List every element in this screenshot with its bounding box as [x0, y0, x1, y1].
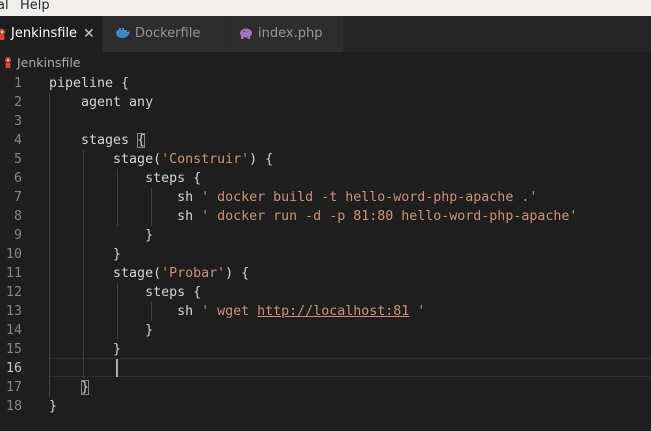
- line-number: 8: [13, 209, 22, 224]
- line-number: 3: [13, 114, 22, 129]
- code-line[interactable]: 8 sh ' docker run -d -p 81:80 hello-word…: [0, 207, 651, 226]
- code-line[interactable]: 11 stage('Probar') {: [0, 264, 651, 283]
- code-token: sh: [49, 190, 202, 205]
- code-string: 'Construir': [161, 152, 250, 167]
- line-number: 10: [5, 247, 22, 262]
- code-text: }: [49, 321, 153, 340]
- menu-item-partial[interactable]: al: [0, 0, 9, 13]
- close-icon[interactable]: ✕: [83, 16, 95, 52]
- tab-bar: Jenkinsfile ✕ Dockerfile index.php: [0, 16, 651, 52]
- code-string: ' docker run -d -p 81:80 hello-word-php-…: [201, 209, 578, 224]
- code-token: stage(: [49, 266, 162, 281]
- code-line[interactable]: 10 }: [0, 245, 651, 264]
- code-token: }: [49, 342, 122, 357]
- code-line[interactable]: 3: [0, 112, 651, 131]
- code-string: ' docker build -t hello-word-php-apache …: [201, 190, 538, 205]
- code-text: }: [49, 340, 121, 359]
- tab-label: Jenkinsfile: [11, 26, 78, 41]
- code-token: }: [49, 247, 122, 262]
- code-text: stage('Probar') {: [49, 264, 249, 283]
- line-number: 12: [5, 285, 22, 300]
- line-number: 2: [13, 95, 22, 110]
- breadcrumb-file[interactable]: Jenkinsfile: [17, 52, 80, 74]
- code-text: sh ' wget http://localhost:81 ': [49, 302, 425, 321]
- line-number: 14: [5, 323, 22, 338]
- code-line[interactable]: 1 pipeline {: [0, 74, 651, 93]
- line-number: 7: [13, 190, 22, 205]
- code-token: sh: [49, 209, 202, 224]
- code-text: sh ' docker run -d -p 81:80 hello-word-p…: [49, 207, 577, 226]
- code-token: steps {: [49, 171, 202, 186]
- line-number: 6: [13, 171, 22, 186]
- code-string: ': [409, 304, 426, 319]
- code-line[interactable]: 17 }: [0, 378, 651, 397]
- code-token: {: [137, 133, 146, 148]
- line-number: 4: [13, 133, 22, 148]
- code-text: }: [49, 245, 121, 264]
- code-token: stage(: [49, 152, 162, 167]
- code-text: stage('Construir') {: [49, 150, 273, 169]
- line-number: 1: [13, 76, 22, 91]
- code-line[interactable]: 4 stages {: [0, 131, 651, 150]
- tab-label: index.php: [258, 26, 323, 41]
- code-line[interactable]: 2 agent any: [0, 93, 651, 112]
- docker-icon: [115, 16, 131, 52]
- code-token: }: [81, 380, 90, 395]
- code-token: stages: [49, 133, 138, 148]
- tab-label: Dockerfile: [135, 26, 201, 41]
- breadcrumb: Jenkinsfile: [0, 52, 651, 74]
- php-elephant-icon: [238, 16, 254, 52]
- code-line[interactable]: 5 stage('Construir') {: [0, 150, 651, 169]
- menu-item-help[interactable]: Help: [20, 0, 50, 13]
- code-editor[interactable]: 1 pipeline {2 agent any 3 4 stages {5 stage…: [0, 74, 651, 431]
- code-line[interactable]: 12 steps {: [0, 283, 651, 302]
- line-number: 15: [5, 342, 22, 357]
- code-token: ) {: [249, 152, 274, 167]
- tab-jenkinsfile[interactable]: Jenkinsfile ✕: [0, 16, 103, 52]
- code-token: steps {: [49, 285, 202, 300]
- code-line[interactable]: 6 steps {: [0, 169, 651, 188]
- text-cursor: [116, 359, 118, 377]
- code-token: pipeline {: [49, 76, 130, 91]
- code-token: }: [49, 228, 154, 243]
- code-text: }: [49, 226, 153, 245]
- code-text: pipeline {: [49, 74, 129, 93]
- code-line[interactable]: 18}: [0, 397, 651, 416]
- line-number: 16: [5, 361, 22, 376]
- code-link[interactable]: http://localhost:81: [257, 304, 409, 319]
- line-number: 5: [13, 152, 22, 167]
- code-text: steps {: [49, 283, 201, 302]
- code-token: }: [49, 399, 58, 414]
- code-text: sh ' docker build -t hello-word-php-apac…: [49, 188, 537, 207]
- code-token: sh: [49, 304, 202, 319]
- line-number: 9: [13, 228, 22, 243]
- code-string: 'Probar': [161, 266, 226, 281]
- tab-dockerfile[interactable]: Dockerfile: [103, 16, 226, 52]
- code-text: }: [49, 378, 90, 397]
- code-text: steps {: [49, 169, 201, 188]
- line-number: 18: [5, 399, 22, 414]
- line-number: 11: [5, 266, 22, 281]
- code-text: stages {: [49, 131, 146, 150]
- line-number: 17: [5, 380, 22, 395]
- code-string: ' wget: [201, 304, 258, 319]
- code-line[interactable]: 15 }: [0, 340, 651, 359]
- code-line[interactable]: 9 }: [0, 226, 651, 245]
- code-token: agent any: [49, 95, 154, 110]
- line-number: 13: [5, 304, 22, 319]
- code-text: agent any: [49, 93, 153, 112]
- code-token: }: [49, 323, 154, 338]
- code-line[interactable]: 14 }: [0, 321, 651, 340]
- code-text: }: [49, 397, 57, 416]
- code-line[interactable]: 16: [0, 359, 651, 378]
- tab-index-php[interactable]: index.php: [226, 16, 344, 52]
- code-line[interactable]: 13 sh ' wget http://localhost:81 ': [0, 302, 651, 321]
- jenkins-icon: [0, 16, 8, 52]
- menu-bar: al Help: [0, 0, 651, 16]
- code-token: ) {: [225, 266, 250, 281]
- code-line[interactable]: 7 sh ' docker build -t hello-word-php-ap…: [0, 188, 651, 207]
